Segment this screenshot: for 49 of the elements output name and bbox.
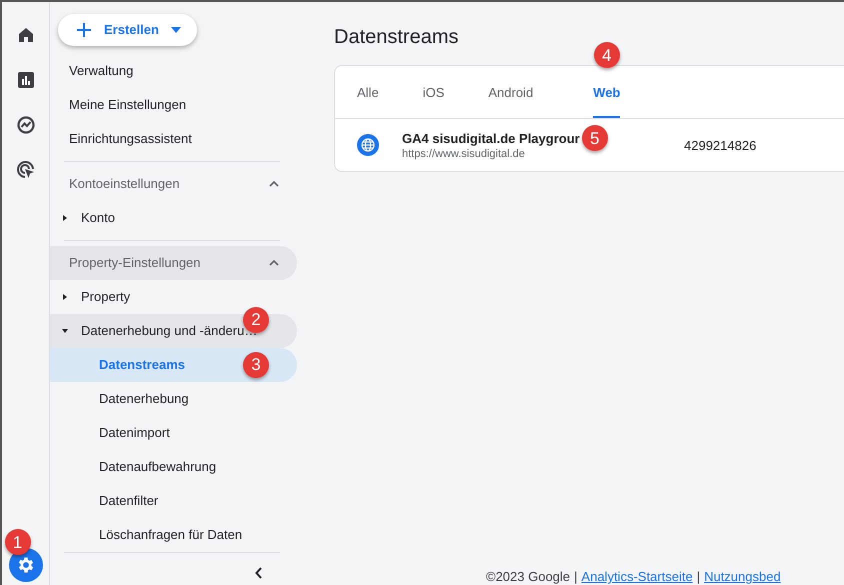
stream-url: https://www.sisudigital.de <box>402 148 526 160</box>
section-label: Kontoeinstellungen <box>69 176 180 192</box>
section-header[interactable]: Property-Einstellungen <box>50 246 297 280</box>
stream-row[interactable]: GA4 sisudigital.de Playgrour 5 https://www.sisudigital.de 4299214826 <box>335 119 844 171</box>
nav-item[interactable]: Datenstreams 3 <box>50 348 297 382</box>
nav-item[interactable]: Löschanfragen für Daten <box>50 518 297 552</box>
settings-icon[interactable] <box>8 548 42 582</box>
callout-badge: 3 <box>243 352 269 378</box>
separator: | <box>574 569 578 584</box>
nav-link[interactable]: Verwaltung <box>50 54 297 88</box>
nav-label: Löschanfragen für Daten <box>99 527 242 542</box>
tree-item[interactable]: Property <box>50 280 297 314</box>
globe-icon <box>357 134 379 156</box>
cursor-target-icon[interactable] <box>14 159 36 181</box>
create-button[interactable]: Erstellen <box>58 14 197 46</box>
create-label: Erstellen <box>104 22 159 38</box>
nav-label: Datenerhebung <box>99 391 189 406</box>
section-header[interactable]: Kontoeinstellungen <box>50 166 297 201</box>
nav-label: Datenstreams <box>99 357 185 372</box>
callout-badge: 4 <box>594 42 620 68</box>
footer-link[interactable]: Analytics-Startseite <box>581 569 693 584</box>
collapse-icon[interactable] <box>254 566 262 579</box>
nav-label: Datenimport <box>99 425 170 440</box>
callout-badge: 1 <box>4 529 30 555</box>
nav-label: Datenfilter <box>99 493 158 508</box>
nav-item[interactable]: Datenerhebung <box>50 382 297 416</box>
nav-item[interactable]: Datenfilter <box>50 484 297 518</box>
nav-label: Datenaufbewahrung <box>99 459 216 474</box>
trend-chart-icon[interactable] <box>14 114 36 136</box>
page-title: Datenstreams <box>334 26 460 49</box>
nav-link[interactable]: Einrichtungsassistent <box>50 122 297 156</box>
tree-item[interactable]: Konto <box>50 200 297 235</box>
copyright-text: ©2023 Google <box>486 569 570 584</box>
plus-icon <box>76 22 92 38</box>
nav-item[interactable]: Datenaufbewahrung <box>50 450 297 484</box>
tab[interactable]: Alle <box>357 66 379 118</box>
tab[interactable]: iOS <box>422 66 444 118</box>
tab[interactable]: Android <box>488 66 534 118</box>
nav-link[interactable]: Meine Einstellungen <box>50 88 297 122</box>
stream-name: GA4 sisudigital.de Playgrour <box>402 131 580 146</box>
separator: | <box>696 569 700 584</box>
callout-badge: 5 <box>582 125 608 151</box>
nav-item[interactable]: Datenimport <box>50 416 297 450</box>
tree-label: Konto <box>81 210 115 226</box>
stream-id: 4299214826 <box>684 138 756 152</box>
footer-link[interactable]: Nutzungsbed <box>704 569 781 584</box>
tree-label: Property <box>81 289 130 304</box>
caret-icon <box>170 26 181 33</box>
section-label: Property-Einstellungen <box>69 255 201 270</box>
